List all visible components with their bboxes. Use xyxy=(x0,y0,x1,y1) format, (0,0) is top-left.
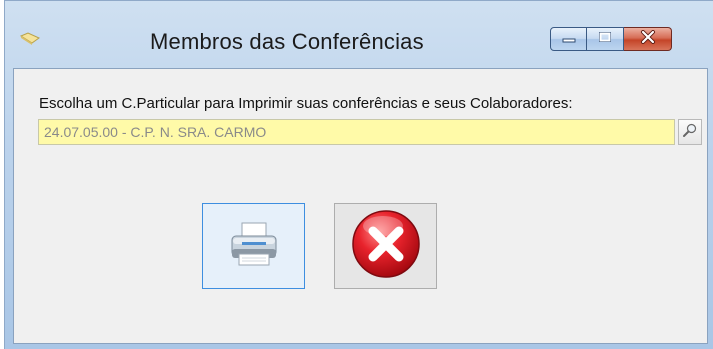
conference-field[interactable]: 24.07.05.00 - C.P. N. SRA. CARMO xyxy=(38,119,675,145)
magnifier-icon xyxy=(682,122,698,143)
maximize-button[interactable] xyxy=(587,27,624,51)
printer-icon xyxy=(228,221,280,272)
dialog-body: Escolha um C.Particular para Imprimir su… xyxy=(13,68,708,344)
caption-buttons xyxy=(550,27,672,53)
maximize-icon xyxy=(598,30,612,48)
dialog-window: Membros das Conferências Escolha um C.Pa… xyxy=(4,0,713,349)
print-button[interactable] xyxy=(202,203,305,289)
prompt-label: Escolha um C.Particular para Imprimir su… xyxy=(39,95,573,112)
minimize-icon xyxy=(562,30,576,48)
lookup-button[interactable] xyxy=(678,119,702,145)
close-button[interactable] xyxy=(624,27,672,51)
folder-tag-icon xyxy=(19,31,41,47)
cancel-icon xyxy=(350,208,422,285)
minimize-button[interactable] xyxy=(550,27,587,51)
title-bar[interactable]: Membros das Conferências xyxy=(5,1,713,68)
window-title: Membros das Conferências xyxy=(150,29,424,54)
close-icon xyxy=(640,29,656,49)
cancel-button[interactable] xyxy=(334,203,437,289)
